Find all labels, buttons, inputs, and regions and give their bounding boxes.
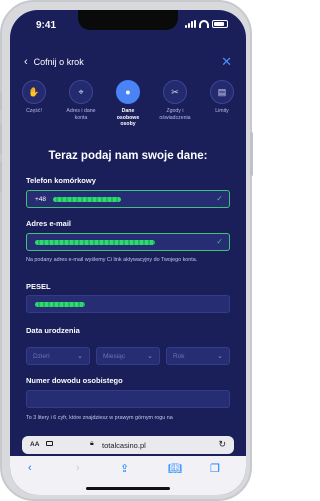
phone-label: Telefon komórkowy (26, 176, 96, 185)
url-text: totalcasino.pl (102, 441, 146, 450)
check-icon: ✓ (216, 237, 223, 246)
reload-icon[interactable]: ↻ (218, 439, 226, 450)
email-hint: Na podany adres e-mail wyślemy Ci link a… (26, 257, 198, 263)
id-number-label: Numer dowodu osobistego (26, 376, 123, 385)
step-2[interactable]: ⌖ Adres i dane konta (63, 80, 99, 142)
chevron-down-icon: ⌄ (217, 353, 223, 360)
step-3[interactable]: ● Dane osobowe osoby (110, 80, 146, 142)
month-placeholder: Miesiąc (103, 353, 126, 360)
step-indicator: ✋ Część! ⌖ Adres i dane konta ● Dane osobowe … (16, 80, 240, 142)
step-label: Część! (26, 108, 42, 114)
chevron-down-icon: ⌄ (147, 353, 153, 360)
status-time: 9:41 (36, 20, 57, 31)
step-label: Dane osobowe osoby (116, 108, 140, 127)
pesel-field[interactable] (26, 295, 230, 313)
id-number-hint: To 3 litery i 6 cyfr, które znajdziesz w… (26, 415, 173, 421)
step-5[interactable]: ▤ Limity (204, 80, 240, 142)
redacted-pesel (35, 302, 85, 307)
tools-icon: ✂ (163, 80, 187, 104)
person-icon: ● (116, 80, 140, 104)
wallet-icon: ▤ (210, 80, 234, 104)
step-label: Adres i dane konta (66, 108, 96, 121)
share-icon[interactable]: ⇪ (120, 462, 129, 475)
phone-field[interactable]: +48 ✓ (26, 190, 230, 208)
email-field[interactable]: ✓ (26, 233, 230, 251)
phone-prefix: +48 (35, 196, 47, 203)
close-icon[interactable]: ✕ (221, 54, 232, 70)
year-select[interactable]: Rok ⌄ (166, 347, 230, 365)
status-icons (185, 20, 228, 28)
check-icon: ✓ (216, 194, 223, 203)
back-label: Cofnij o krok (33, 57, 84, 67)
side-button (0, 162, 2, 192)
status-bar: 9:41 (10, 10, 246, 40)
home-indicator (86, 487, 170, 490)
address-bar[interactable]: AA 🔒︎ totalcasino.pl ↻ (22, 436, 234, 454)
bookmarks-icon[interactable]: 📖︎ (168, 462, 182, 475)
year-placeholder: Rok (173, 353, 185, 360)
month-select[interactable]: Miesiąc ⌄ (96, 347, 160, 365)
dob-selects: Dzień ⌄ Miesiąc ⌄ Rok ⌄ (26, 347, 230, 365)
day-placeholder: Dzień (33, 353, 50, 360)
notch (78, 10, 178, 30)
hand-wave-icon: ✋ (22, 80, 46, 104)
battery-icon (212, 20, 228, 28)
step-label: Zgody i oświadczenia (159, 108, 191, 121)
step-label: Limity (215, 108, 229, 114)
header: ‹ Cofnij o krok ✕ (10, 50, 246, 76)
tabs-icon[interactable]: ❐ (210, 462, 220, 475)
screen: 9:41 ‹ Cofnij o krok ✕ ✋ Część! ⌖ Adres i d… (10, 10, 246, 495)
back-button[interactable]: ‹ Cofnij o krok (24, 56, 84, 68)
forward-icon[interactable]: › (76, 462, 80, 474)
id-number-field[interactable] (26, 390, 230, 408)
signal-icon (185, 20, 196, 28)
redacted-email (35, 240, 155, 245)
page-title: Teraz podaj nam swoje dane: (48, 150, 208, 162)
pesel-label: PESEL (26, 282, 51, 291)
reader-aa-button[interactable]: AA (30, 441, 39, 448)
phone-frame: 9:41 ‹ Cofnij o krok ✕ ✋ Część! ⌖ Adres i d… (0, 0, 253, 501)
side-button (0, 92, 2, 110)
step-1[interactable]: ✋ Część! (16, 80, 52, 142)
extensions-icon[interactable] (46, 441, 53, 446)
side-button (250, 132, 253, 176)
chevron-left-icon: ‹ (24, 56, 28, 68)
side-button (0, 124, 2, 154)
chevron-down-icon: ⌄ (77, 353, 83, 360)
day-select[interactable]: Dzień ⌄ (26, 347, 90, 365)
dob-label: Data urodzenia (26, 326, 80, 335)
wifi-icon (199, 20, 209, 28)
redacted-phone (53, 197, 121, 202)
location-pin-icon: ⌖ (69, 80, 93, 104)
email-label: Adres e-mail (26, 219, 72, 228)
step-4[interactable]: ✂ Zgody i oświadczenia (157, 80, 193, 142)
back-icon[interactable]: ‹ (28, 462, 32, 474)
lock-icon: 🔒︎ (90, 440, 94, 447)
